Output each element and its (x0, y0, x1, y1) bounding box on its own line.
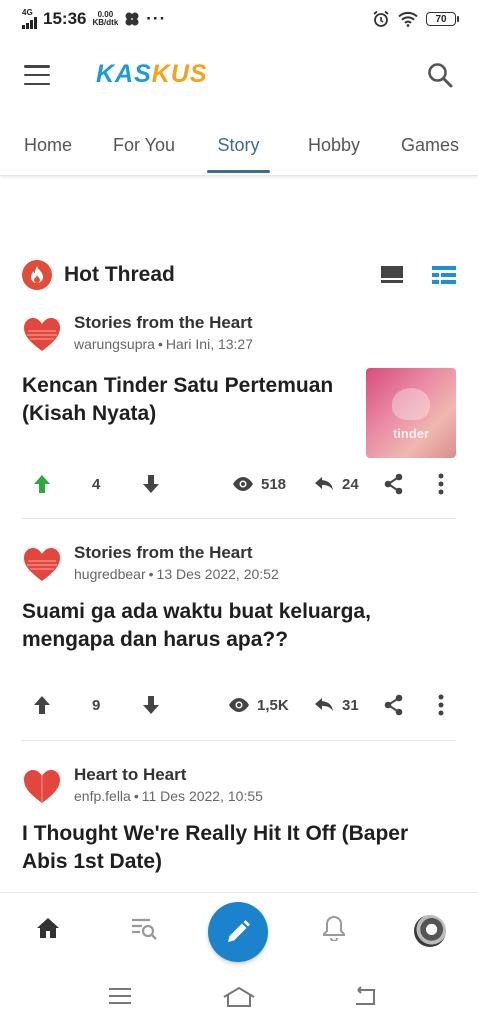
thread-actions: 4 518 24 (22, 469, 456, 499)
tab-home[interactable]: Home (18, 120, 78, 170)
share-icon (384, 694, 403, 716)
status-bar: 4G 15:36 0.00 KB/dtk ··· 70 (0, 0, 478, 38)
downvote-button[interactable] (141, 694, 161, 716)
downvote-icon (143, 475, 159, 493)
post-time: 11 Des 2022, 10:55 (141, 788, 263, 804)
wifi-icon (398, 11, 418, 27)
card-view-icon[interactable] (380, 265, 404, 285)
app-header: KASKUS (0, 40, 478, 110)
fire-icon (22, 260, 52, 290)
views-count: 518 (232, 476, 286, 493)
upvote-icon (34, 696, 50, 714)
share-icon (384, 473, 403, 495)
share-button[interactable] (384, 694, 404, 716)
more-options-button[interactable] (438, 473, 444, 495)
pencil-icon (228, 920, 250, 942)
community-name[interactable]: Stories from the Heart (74, 542, 279, 564)
bell-icon[interactable] (322, 915, 346, 946)
reply-icon (315, 698, 333, 711)
reply-icon (315, 477, 333, 490)
search-icon[interactable] (426, 61, 454, 89)
thread-card[interactable]: Heart to Heart enfp.fella • 11 Des 2022, 1… (22, 764, 456, 876)
hot-thread-header: Hot Thread (22, 258, 456, 292)
tab-hobby[interactable]: Hobby (302, 120, 366, 170)
search-thread-icon[interactable] (130, 915, 158, 946)
divider (22, 518, 456, 519)
community-heart-icon (24, 770, 60, 803)
eye-icon (233, 477, 253, 491)
upvote-button[interactable] (32, 694, 52, 716)
home-icon[interactable] (35, 915, 61, 946)
downvote-icon (143, 696, 159, 714)
post-time: Hari Ini, 13:27 (165, 336, 254, 352)
username[interactable]: hugredbear (74, 566, 146, 582)
section-title: Hot Thread (64, 263, 175, 286)
upvote-icon (34, 475, 50, 493)
thumbnail-caption: tinder (392, 426, 430, 441)
network-type: 4G (22, 8, 33, 17)
divider (22, 740, 456, 741)
thread-thumbnail[interactable]: tinder (366, 368, 456, 458)
thread-title[interactable]: Suami ga ada waktu buat keluarga, mengap… (22, 598, 456, 654)
post-time: 13 Des 2022, 20:52 (156, 566, 279, 582)
community-heart-icon (24, 548, 60, 581)
eye-icon (229, 698, 249, 712)
more-notifications: ··· (146, 9, 167, 28)
signal-icon (22, 17, 37, 29)
avatar[interactable] (414, 915, 446, 947)
network-speed: 0.00 KB/dtk (92, 10, 119, 27)
alarm-icon (373, 10, 389, 27)
community-name[interactable]: Stories from the Heart (74, 312, 253, 334)
thread-card[interactable]: Stories from the Heart warungsupra • Hari … (22, 312, 456, 458)
thread-title[interactable]: Kencan Tinder Satu Pertemuan (Kisah Nyat… (22, 372, 356, 458)
community-heart-icon (24, 318, 60, 351)
tinder-logo-icon (392, 388, 430, 420)
upvote-button[interactable] (32, 473, 52, 495)
tab-for-you[interactable]: For You (108, 120, 180, 170)
home-system-icon[interactable] (222, 986, 256, 1013)
tab-story[interactable]: Story (207, 120, 270, 173)
more-vert-icon (438, 473, 444, 495)
vote-count: 4 (92, 475, 101, 493)
views-count: 1,5K (228, 697, 289, 714)
recent-apps-icon[interactable] (108, 986, 132, 1011)
share-button[interactable] (384, 473, 404, 495)
more-options-button[interactable] (438, 694, 444, 716)
reply-button[interactable]: 31 (314, 697, 359, 714)
battery-indicator: 70 (426, 12, 459, 26)
username[interactable]: warungsupra (74, 336, 155, 352)
list-view-icon[interactable] (432, 265, 456, 285)
back-icon[interactable] (352, 986, 376, 1011)
vote-count: 9 (92, 696, 101, 714)
menu-icon[interactable] (24, 65, 50, 85)
system-navigation (0, 972, 478, 1024)
app-notification-icon (125, 12, 139, 26)
thread-meta: warungsupra • Hari Ini, 13:27 (74, 336, 254, 352)
thread-title[interactable]: I Thought We're Really Hit It Off (Baper… (22, 820, 456, 876)
downvote-button[interactable] (141, 473, 161, 495)
thread-meta: enfp.fella • 11 Des 2022, 10:55 (74, 788, 263, 804)
category-tabs: Home For You Story Hobby Games (0, 120, 478, 176)
kaskus-logo[interactable]: KASKUS (96, 60, 208, 89)
reply-button[interactable]: 24 (314, 476, 359, 493)
create-post-button[interactable] (208, 902, 268, 962)
clock: 15:36 (43, 9, 87, 28)
thread-meta: hugredbear • 13 Des 2022, 20:52 (74, 566, 279, 582)
thread-actions: 9 1,5K 31 (22, 690, 456, 720)
thread-card[interactable]: Stories from the Heart hugredbear • 13 Des… (22, 542, 456, 654)
username[interactable]: enfp.fella (74, 788, 131, 804)
bottom-navigation (0, 892, 478, 972)
tab-games[interactable]: Games (398, 120, 462, 170)
community-name[interactable]: Heart to Heart (74, 764, 263, 786)
more-vert-icon (438, 694, 444, 716)
